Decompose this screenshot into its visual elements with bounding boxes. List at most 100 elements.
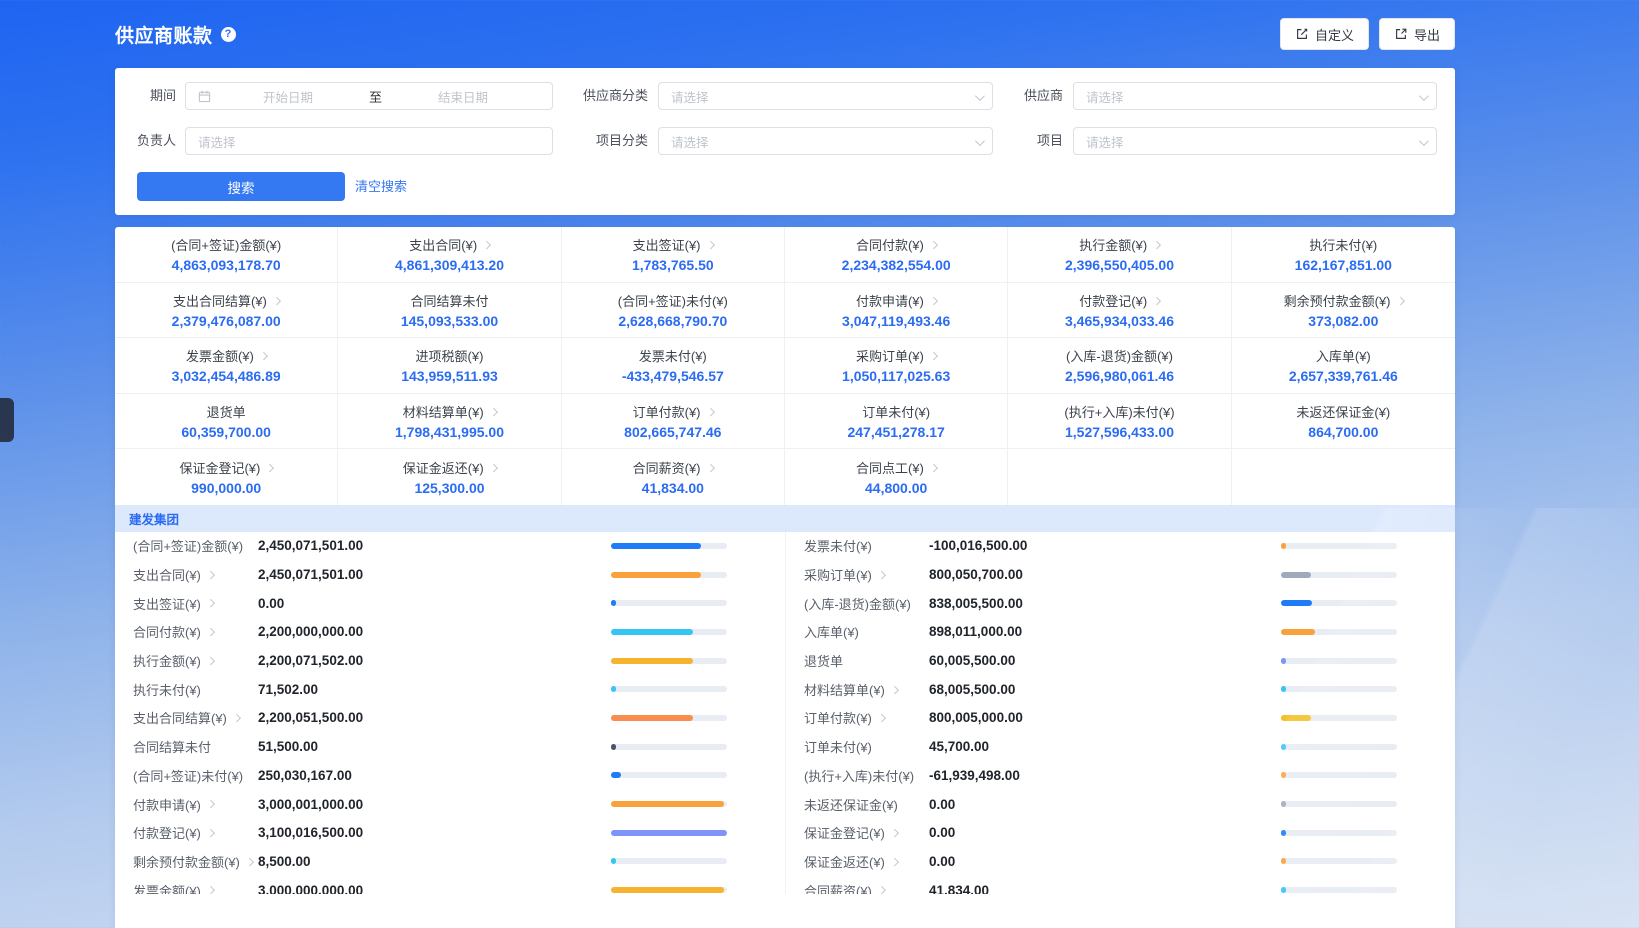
export-button[interactable]: 导出 <box>1379 18 1455 50</box>
chevron-right-icon <box>1153 296 1161 304</box>
chevron-down-icon <box>1419 91 1429 101</box>
metric-value: 247,451,278.17 <box>847 424 944 440</box>
summary-metric-cell: (执行+入库)未付(¥) 1,527,596,433.00 <box>1008 394 1231 450</box>
metric-label: 执行金额(¥) <box>1079 235 1159 254</box>
progress-bar-fill <box>1281 715 1311 721</box>
progress-bar-fill <box>1281 772 1286 778</box>
side-drawer-handle[interactable] <box>0 398 14 442</box>
summary-metric-cell[interactable]: 合同点工(¥) 44,800.00 <box>785 449 1008 505</box>
summary-metric-cell: 退货单 60,359,700.00 <box>115 394 338 450</box>
progress-bar-track <box>1281 600 1397 606</box>
progress-bar-fill <box>1281 858 1286 864</box>
metric-label: 合同薪资(¥) <box>633 458 713 477</box>
detail-label[interactable]: 执行金额(¥) <box>115 651 258 670</box>
progress-bar-track <box>611 715 727 721</box>
summary-metric-cell[interactable]: 支出合同结算(¥) 2,379,476,087.00 <box>115 283 338 339</box>
project-select[interactable]: 请选择 <box>1073 127 1437 155</box>
detail-value: 2,200,071,502.00 <box>258 653 611 668</box>
search-button[interactable]: 搜索 <box>137 172 345 201</box>
detail-label[interactable]: 支出签证(¥) <box>115 594 258 613</box>
progress-bar-fill <box>1281 543 1286 549</box>
detail-value: 2,450,071,501.00 <box>258 538 611 553</box>
summary-metric-cell[interactable]: 订单付款(¥) 802,665,747.46 <box>562 394 785 450</box>
metric-value: 60,359,700.00 <box>181 424 271 440</box>
metric-label: (合同+签证)未付(¥) <box>618 291 728 310</box>
chevron-right-icon <box>891 685 899 693</box>
detail-label[interactable]: 合同付款(¥) <box>115 622 258 641</box>
detail-label[interactable]: 发票金额(¥) <box>115 881 258 894</box>
summary-metric-cell[interactable]: 付款登记(¥) 3,465,934,033.46 <box>1008 283 1231 339</box>
summary-metric-cell: (合同+签证)未付(¥) 2,628,668,790.70 <box>562 283 785 339</box>
metric-label: 支出合同结算(¥) <box>173 291 279 310</box>
progress-bar-fill <box>1281 744 1286 750</box>
detail-row: (入库-退货)金额(¥) 838,005,500.00 <box>786 589 1455 618</box>
chevron-right-icon <box>266 463 274 471</box>
clear-search-link[interactable]: 清空搜索 <box>355 172 407 201</box>
summary-metric-cell[interactable]: 合同付款(¥) 2,234,382,554.00 <box>785 227 1008 283</box>
metric-label: 发票金额(¥) <box>186 346 266 365</box>
summary-metric-cell[interactable]: 支出签证(¥) 1,783,765.50 <box>562 227 785 283</box>
customize-button[interactable]: 自定义 <box>1280 18 1369 50</box>
detail-label[interactable]: 保证金返还(¥) <box>786 852 929 871</box>
progress-bar-fill <box>611 543 701 549</box>
progress-bar-track <box>611 543 727 549</box>
detail-label[interactable]: 材料结算单(¥) <box>786 680 929 699</box>
summary-metric-cell[interactable]: 保证金登记(¥) 990,000.00 <box>115 449 338 505</box>
detail-label: (合同+签证)金额(¥) <box>115 536 258 555</box>
summary-metric-cell: 入库单(¥) 2,657,339,761.46 <box>1232 338 1455 394</box>
summary-metric-cell: 执行未付(¥) 162,167,851.00 <box>1232 227 1455 283</box>
summary-metric-cell[interactable]: 付款申请(¥) 3,047,119,493.46 <box>785 283 1008 339</box>
summary-metric-cell[interactable]: 发票金额(¥) 3,032,454,486.89 <box>115 338 338 394</box>
chevron-right-icon <box>207 571 215 579</box>
chevron-right-icon <box>891 829 899 837</box>
help-icon[interactable]: ? <box>221 27 236 42</box>
chevron-right-icon <box>706 407 714 415</box>
detail-label[interactable]: 采购订单(¥) <box>786 565 929 584</box>
date-range-input[interactable]: 开始日期 至 结束日期 <box>185 82 553 110</box>
detail-value: 51,500.00 <box>258 739 611 754</box>
supplier-select[interactable]: 请选择 <box>1073 82 1437 110</box>
summary-metric-cell[interactable]: 执行金额(¥) 2,396,550,405.00 <box>1008 227 1231 283</box>
detail-label[interactable]: 付款登记(¥) <box>115 823 258 842</box>
chevron-right-icon <box>878 571 886 579</box>
detail-label[interactable]: 合同薪资(¥) <box>786 881 929 894</box>
summary-metric-cell: 订单未付(¥) 247,451,278.17 <box>785 394 1008 450</box>
detail-label[interactable]: 订单付款(¥) <box>786 708 929 727</box>
detail-value: 0.00 <box>258 596 611 611</box>
detail-label[interactable]: 剩余预付款金额(¥) <box>115 852 258 871</box>
metric-label: 订单付款(¥) <box>633 402 713 421</box>
detail-label[interactable]: 保证金登记(¥) <box>786 823 929 842</box>
group-name-link[interactable]: 建发集团 <box>129 509 179 528</box>
metric-label: 付款登记(¥) <box>1079 291 1159 310</box>
summary-metric-cell[interactable]: 支出合同(¥) 4,861,309,413.20 <box>338 227 561 283</box>
detail-value: 800,050,700.00 <box>929 567 1281 582</box>
summary-metric-cell[interactable]: 材料结算单(¥) 1,798,431,995.00 <box>338 394 561 450</box>
detail-label[interactable]: 支出合同(¥) <box>115 565 258 584</box>
chevron-right-icon <box>260 352 268 360</box>
owner-select[interactable]: 请选择 <box>185 127 553 155</box>
summary-metric-cell[interactable]: 采购订单(¥) 1,050,117,025.63 <box>785 338 1008 394</box>
detail-row: (合同+签证)金额(¥) 2,450,071,501.00 <box>115 532 785 561</box>
detail-label[interactable]: 支出合同结算(¥) <box>115 708 258 727</box>
progress-bar-track <box>1281 830 1397 836</box>
detail-row: 订单未付(¥) 45,700.00 <box>786 732 1455 761</box>
detail-label[interactable]: 付款申请(¥) <box>115 795 258 814</box>
summary-metric-cell[interactable]: 剩余预付款金额(¥) 373,082.00 <box>1232 283 1455 339</box>
chevron-right-icon <box>490 407 498 415</box>
detail-column-left: (合同+签证)金额(¥) 2,450,071,501.00 支出合同(¥) 2,… <box>115 532 785 894</box>
detail-value: 0.00 <box>929 854 1281 869</box>
metric-label: 支出签证(¥) <box>633 235 713 254</box>
calendar-icon <box>198 90 211 103</box>
detail-label: 订单未付(¥) <box>786 737 929 756</box>
detail-row: 合同结算未付 51,500.00 <box>115 732 785 761</box>
progress-bar-fill <box>611 858 616 864</box>
page-header: 供应商账款 ? 自定义 导出 <box>115 0 1455 68</box>
chevron-right-icon <box>1153 241 1161 249</box>
summary-metric-cell[interactable]: 保证金返还(¥) 125,300.00 <box>338 449 561 505</box>
project-label: 项目 <box>943 127 1063 155</box>
progress-bar-fill <box>1281 629 1315 635</box>
progress-bar-track <box>611 658 727 664</box>
summary-metric-cell[interactable]: 合同薪资(¥) 41,834.00 <box>562 449 785 505</box>
summary-metric-cell: 合同结算未付 145,093,533.00 <box>338 283 561 339</box>
chevron-right-icon <box>706 241 714 249</box>
